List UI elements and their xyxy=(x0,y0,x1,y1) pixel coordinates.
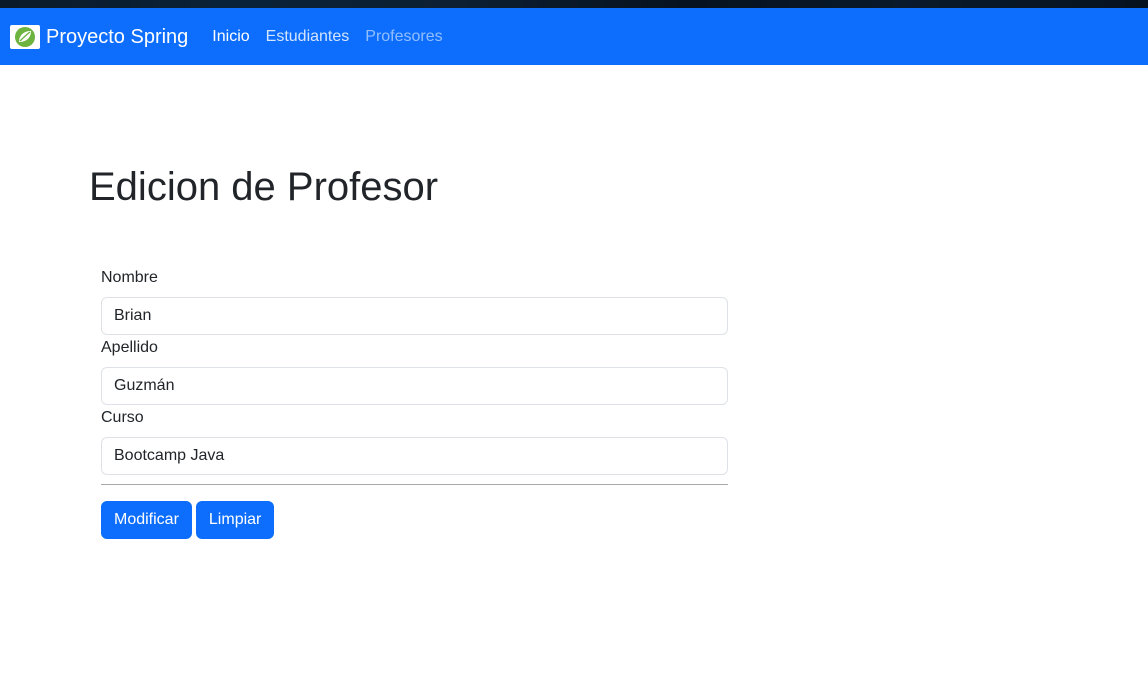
nav-links: Inicio Estudiantes Profesores xyxy=(212,28,458,46)
window-top-strip xyxy=(0,0,1148,8)
curso-field-group: Curso xyxy=(101,408,728,478)
curso-label: Curso xyxy=(101,409,144,426)
brand-link[interactable]: Proyecto Spring xyxy=(10,8,188,65)
form-divider xyxy=(101,484,728,485)
apellido-label: Apellido xyxy=(101,339,158,356)
apellido-input[interactable] xyxy=(101,367,728,405)
form-actions: Modificar Limpiar xyxy=(101,501,728,539)
nombre-label: Nombre xyxy=(101,269,158,286)
nav-link-estudiantes[interactable]: Estudiantes xyxy=(266,28,350,46)
top-navbar: Proyecto Spring Inicio Estudiantes Profe… xyxy=(0,8,1148,65)
modificar-button[interactable]: Modificar xyxy=(101,501,192,539)
brand-text: Proyecto Spring xyxy=(46,25,189,48)
nav-link-profesores[interactable]: Profesores xyxy=(365,28,442,46)
limpiar-button[interactable]: Limpiar xyxy=(195,501,275,539)
curso-input[interactable] xyxy=(101,437,728,475)
nombre-field-group: Nombre xyxy=(101,268,728,338)
apellido-field-group: Apellido xyxy=(101,338,728,408)
nav-link-inicio[interactable]: Inicio xyxy=(212,28,249,46)
nombre-input[interactable] xyxy=(101,297,728,335)
spring-leaf-icon xyxy=(10,24,40,49)
professor-edit-form: Nombre Apellido Curso Modificar Limpiar xyxy=(101,268,728,539)
page-title: Edicion de Profesor xyxy=(89,165,439,209)
